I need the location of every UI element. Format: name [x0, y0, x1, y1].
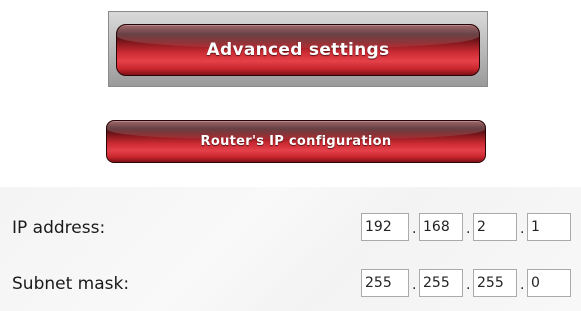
subnet-mask-octet-1[interactable] [361, 269, 409, 297]
subnet-mask-octet-4[interactable] [527, 269, 571, 297]
octet-separator: . [520, 221, 525, 237]
advanced-settings-label: Advanced settings [206, 40, 390, 60]
ip-address-octet-2[interactable] [419, 213, 463, 241]
subnet-mask-label: Subnet mask: [12, 274, 130, 294]
ip-address-octet-3[interactable] [473, 213, 517, 241]
octet-separator: . [520, 277, 525, 293]
advanced-settings-button[interactable]: Advanced settings [116, 24, 480, 76]
ip-address-octet-4[interactable] [527, 213, 571, 241]
ip-address-label: IP address: [12, 218, 106, 238]
octet-separator: . [466, 221, 471, 237]
router-ip-config-frame: Router's IP configuration [101, 113, 496, 169]
advanced-settings-frame: Advanced settings [108, 11, 488, 87]
ip-address-octet-1[interactable] [361, 213, 409, 241]
router-ip-config-label: Router's IP configuration [200, 134, 392, 149]
router-ip-config-button[interactable]: Router's IP configuration [106, 120, 486, 163]
subnet-mask-row: Subnet mask: . . . [0, 263, 581, 305]
octet-separator: . [412, 221, 417, 237]
subnet-mask-octet-3[interactable] [473, 269, 517, 297]
subnet-mask-octet-2[interactable] [419, 269, 463, 297]
octet-separator: . [412, 277, 417, 293]
octet-separator: . [466, 277, 471, 293]
ip-config-panel: IP address: . . . Subnet mask: . . . [0, 187, 581, 311]
ip-address-row: IP address: . . . [0, 207, 581, 249]
